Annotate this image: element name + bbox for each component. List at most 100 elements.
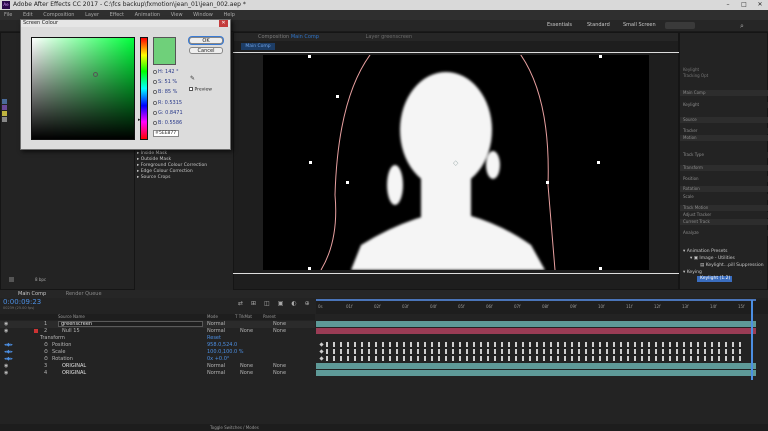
close-button[interactable]: ✕ xyxy=(752,0,768,10)
hue-slider-arrow-icon[interactable]: ▸ xyxy=(138,117,141,123)
current-time-indicator[interactable] xyxy=(751,300,753,380)
colour-picker-cursor[interactable] xyxy=(93,72,98,77)
workspace-standard[interactable]: Standard xyxy=(587,22,610,28)
menu-animation[interactable]: Animation xyxy=(135,12,161,18)
trash-icon[interactable] xyxy=(9,277,14,282)
composition-tab-name[interactable]: Main Comp xyxy=(291,34,319,40)
property-row[interactable]: ◂◆▸ ⏱ Scale 100.0,100.0 % xyxy=(0,349,315,356)
keying-folder[interactable]: ▾ Keying xyxy=(683,270,702,275)
keyframe-nav-icon[interactable]: ◂◆▸ xyxy=(4,349,13,356)
keyframe-strip[interactable] xyxy=(326,356,746,361)
layer-parent-dropdown[interactable]: None xyxy=(273,328,286,335)
right-item[interactable]: Main Comp xyxy=(680,90,768,96)
menu-window[interactable]: Window xyxy=(193,12,213,18)
layer-row[interactable]: ◉ 2 Null 15 Normal None None xyxy=(0,328,315,335)
layer-row[interactable]: ◉ 1 greenscreen Normal None xyxy=(0,321,315,328)
anchor-point-icon[interactable]: ◇ xyxy=(453,159,458,167)
workspace-small-screen[interactable]: Small Screen xyxy=(623,22,656,28)
property-value[interactable]: 958.0,524.0 xyxy=(207,342,237,349)
layer-tab[interactable]: Layer greenscreen xyxy=(366,34,413,40)
right-item[interactable]: Rotation xyxy=(680,186,768,192)
keyframe[interactable] xyxy=(319,356,324,361)
brightness-field[interactable]: B: 85 % xyxy=(153,89,177,96)
stopwatch-icon[interactable]: ⏱ xyxy=(44,349,48,356)
menu-view[interactable]: View xyxy=(171,12,183,18)
workspace-essentials[interactable]: Essentials xyxy=(547,22,572,28)
saturation-field[interactable]: S: 51 % xyxy=(153,79,177,86)
property-value[interactable]: 100.0,100.0 % xyxy=(207,349,244,356)
right-item[interactable]: Adjust Tracker xyxy=(680,212,768,218)
layer-bar-null[interactable] xyxy=(316,328,756,334)
preview-checkbox[interactable]: Preview xyxy=(189,87,212,93)
search-icon[interactable]: ⌕ xyxy=(740,22,744,31)
column-trkmat[interactable]: T TrkMat xyxy=(235,314,252,320)
layer-bar-original[interactable] xyxy=(316,363,756,369)
right-item[interactable]: Current Track xyxy=(680,219,768,225)
mask-vertex[interactable] xyxy=(546,181,549,184)
right-item[interactable]: Position xyxy=(680,176,768,182)
property-value[interactable]: Reset xyxy=(207,335,221,342)
layer-trkmat-dropdown[interactable]: None xyxy=(240,363,253,370)
current-time-display[interactable]: 0:00:09:23 xyxy=(3,298,41,306)
effect-group-source-crops[interactable]: ▸ Source Crops xyxy=(137,175,233,181)
hue-field[interactable]: H: 142 ° xyxy=(153,69,179,76)
layer-row[interactable]: ◉ 3 ORIGINAL Normal None None xyxy=(0,363,315,370)
presets-header[interactable]: ▾ Animation Presets xyxy=(683,249,727,254)
layer-row[interactable]: ◉ 4 ORIGINAL Normal None None xyxy=(0,370,315,377)
stopwatch-icon[interactable]: ⏱ xyxy=(44,342,48,349)
mask-vertex[interactable] xyxy=(308,267,311,270)
layer-bar-original-2[interactable] xyxy=(316,370,756,376)
preset-item[interactable]: ▤ Keylight...pill Suppression xyxy=(700,263,764,268)
work-area-bar[interactable] xyxy=(316,299,756,301)
mask-vertex[interactable] xyxy=(599,267,602,270)
menu-file[interactable]: File xyxy=(4,12,12,18)
bpc-label[interactable]: 8 bpc xyxy=(35,277,46,282)
minimize-button[interactable]: – xyxy=(720,0,736,10)
right-item[interactable]: Motion xyxy=(680,135,768,141)
column-source-name[interactable]: Source Name xyxy=(58,314,85,320)
layer-trkmat-dropdown[interactable]: None xyxy=(240,328,253,335)
eyedropper-icon[interactable]: ✎ xyxy=(190,75,195,82)
comp-breadcrumb[interactable]: Main Comp xyxy=(241,43,275,50)
property-row[interactable]: Transform Reset xyxy=(0,335,315,342)
hue-slider[interactable]: ▸ xyxy=(138,37,148,140)
keyframe-nav-icon[interactable]: ◂◆▸ xyxy=(4,356,13,363)
column-mode[interactable]: Mode xyxy=(207,314,218,320)
cancel-button[interactable]: Cancel xyxy=(189,47,223,54)
layer-mode-dropdown[interactable]: Normal xyxy=(207,363,225,370)
layer-name[interactable]: ORIGINAL xyxy=(62,370,86,377)
layer-name[interactable]: ORIGINAL xyxy=(62,363,86,370)
stopwatch-icon[interactable]: ⏱ xyxy=(44,356,48,363)
layer-mode-dropdown[interactable]: Normal xyxy=(207,370,225,377)
menu-edit[interactable]: Edit xyxy=(23,12,33,18)
layer-parent-dropdown[interactable]: None xyxy=(273,363,286,370)
layer-parent-dropdown[interactable]: None xyxy=(273,370,286,377)
composition-viewer[interactable]: ◇ xyxy=(263,47,649,271)
keyframe[interactable] xyxy=(319,342,324,347)
timeline-tab[interactable]: Main Comp xyxy=(18,291,46,297)
layer-name-input[interactable]: greenscreen xyxy=(58,321,203,327)
visibility-eye-icon[interactable]: ◉ xyxy=(4,328,8,335)
composition-tab-label[interactable]: Composition xyxy=(258,34,289,40)
visibility-eye-icon[interactable]: ◉ xyxy=(4,363,8,370)
keyframe-nav-icon[interactable]: ◂◆▸ xyxy=(4,342,13,349)
timeline-switches-icon[interactable]: ⇄⊞◫▣◐⊕ xyxy=(238,300,318,307)
hex-input[interactable]: #5EE877 xyxy=(153,130,179,137)
label-color-icon[interactable] xyxy=(34,329,38,333)
menu-composition[interactable]: Composition xyxy=(43,12,74,18)
keyframe-strip[interactable] xyxy=(326,342,746,347)
menu-effect[interactable]: Effect xyxy=(110,12,124,18)
blue-field[interactable]: B: 0.5586 xyxy=(153,120,182,127)
property-row[interactable]: ◂◆▸ ⏱ Rotation 0x +0.0° xyxy=(0,356,315,363)
right-item[interactable]: Track Type xyxy=(680,152,768,158)
red-field[interactable]: R: 0.5315 xyxy=(153,100,182,107)
keyframe[interactable] xyxy=(319,349,324,354)
mask-vertex[interactable] xyxy=(599,55,602,58)
keyframe-strip[interactable] xyxy=(326,349,746,354)
colour-spectrum-field[interactable] xyxy=(31,37,135,140)
column-parent[interactable]: Parent xyxy=(263,314,276,320)
visibility-eye-icon[interactable]: ◉ xyxy=(4,321,8,328)
menu-help[interactable]: Help xyxy=(223,12,234,18)
visibility-eye-icon[interactable]: ◉ xyxy=(4,370,8,377)
right-item[interactable]: Transform xyxy=(680,165,768,171)
